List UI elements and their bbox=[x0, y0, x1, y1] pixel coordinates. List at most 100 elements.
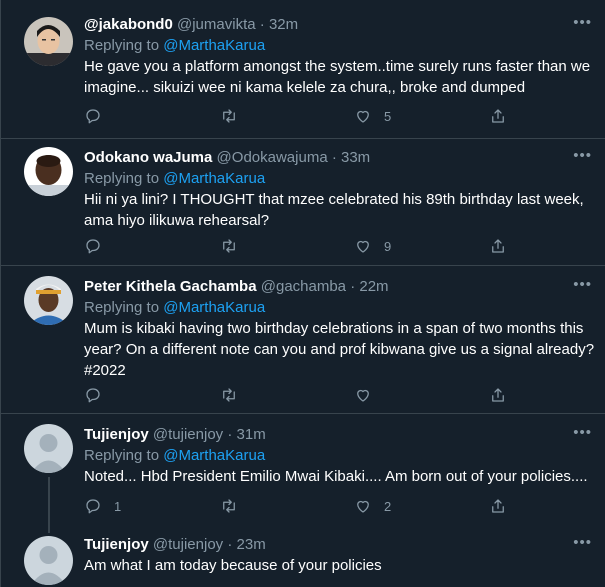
tweet[interactable]: Tujienjoy @tujienjoy · 31m Replying to @… bbox=[84, 425, 591, 487]
tweet-text-line: Mum is kibaki having two birthday celebr… bbox=[84, 320, 584, 337]
tweet-header: Odokano waJuma @Odokawajuma · 33m bbox=[84, 148, 591, 168]
tweet-text-line: #2022 bbox=[84, 362, 126, 379]
share-button[interactable] bbox=[489, 496, 507, 516]
reply-icon bbox=[86, 388, 100, 403]
more-options-icon[interactable]: ••• bbox=[573, 14, 592, 31]
user-handle[interactable]: @gachamba bbox=[261, 278, 346, 295]
mention-link[interactable]: @MarthaKarua bbox=[163, 447, 265, 464]
tweet-text-line: Hii ni ya lini? I THOUGHT that mzee cele… bbox=[84, 191, 584, 208]
tweet-header: Tujienjoy @tujienjoy · 31m bbox=[84, 425, 591, 445]
avatar[interactable] bbox=[24, 424, 73, 473]
like-button[interactable]: 5 bbox=[354, 106, 391, 126]
reply-button[interactable] bbox=[84, 236, 114, 256]
user-handle[interactable]: @tujienjoy bbox=[153, 536, 223, 553]
tweet[interactable]: Peter Kithela Gachamba @gachamba · 22m R… bbox=[1, 266, 605, 414]
tweet-text: He gave you a platform amongst the syste… bbox=[84, 56, 591, 98]
replying-to-label: Replying to bbox=[84, 37, 164, 54]
like-button[interactable]: 2 bbox=[354, 496, 391, 516]
reply-icon bbox=[86, 239, 100, 254]
tweet-text: Hii ni ya lini? I THOUGHT that mzee cele… bbox=[84, 189, 591, 231]
avatar[interactable] bbox=[24, 147, 73, 196]
reply-button[interactable] bbox=[84, 106, 114, 126]
display-name[interactable]: Odokano waJuma bbox=[84, 149, 212, 166]
tweet-text: Noted... Hbd President Emilio Mwai Kibak… bbox=[84, 466, 591, 487]
timestamp[interactable]: 31m bbox=[237, 426, 266, 443]
replying-to-label: Replying to bbox=[84, 170, 164, 187]
timestamp[interactable]: 22m bbox=[359, 278, 388, 295]
replying-to: Replying to @MarthaKarua bbox=[84, 35, 591, 56]
reply-count: 1 bbox=[114, 498, 122, 514]
tweet-header: Tujienjoy @tujienjoy · 23m bbox=[84, 535, 591, 555]
separator: · bbox=[331, 149, 337, 166]
reply-button[interactable]: 1 bbox=[84, 496, 121, 516]
replying-to: Replying to @MarthaKarua bbox=[84, 297, 591, 318]
retweet-icon bbox=[223, 109, 235, 123]
like-count: 9 bbox=[384, 238, 392, 254]
avatar[interactable] bbox=[24, 276, 73, 325]
reply-icon bbox=[86, 499, 100, 514]
retweet-button[interactable] bbox=[220, 106, 250, 126]
retweet-icon bbox=[223, 388, 235, 402]
display-name[interactable]: @jakabond0 bbox=[84, 16, 173, 33]
separator: · bbox=[259, 16, 265, 33]
tweet-actions bbox=[84, 385, 514, 405]
heart-icon bbox=[357, 500, 369, 513]
timestamp[interactable]: 33m bbox=[341, 149, 370, 166]
avatar[interactable] bbox=[24, 536, 73, 585]
tweet-actions: 9 bbox=[84, 236, 514, 256]
tweet-text-line: ama hiyo ilikuwa rehearsal? bbox=[84, 212, 270, 229]
share-icon bbox=[492, 109, 504, 123]
timestamp[interactable]: 23m bbox=[237, 536, 266, 553]
heart-icon bbox=[357, 389, 369, 402]
more-options-icon[interactable]: ••• bbox=[573, 276, 592, 293]
separator: · bbox=[350, 278, 356, 295]
tweet-thread: Tujienjoy @tujienjoy · 31m Replying to @… bbox=[1, 414, 605, 587]
heart-icon bbox=[357, 110, 369, 123]
display-name[interactable]: Tujienjoy bbox=[84, 536, 149, 553]
share-icon bbox=[492, 239, 504, 253]
retweet-button[interactable] bbox=[220, 236, 250, 256]
mention-link[interactable]: @MarthaKarua bbox=[163, 299, 265, 316]
tweet-text-line: Noted... Hbd President Emilio Mwai Kibak… bbox=[84, 468, 588, 485]
share-button[interactable] bbox=[489, 106, 507, 126]
mention-link[interactable]: @MarthaKarua bbox=[163, 37, 265, 54]
tweet-header: @jakabond0 @jumavikta · 32m bbox=[84, 15, 591, 35]
separator: · bbox=[227, 426, 233, 443]
retweet-button[interactable] bbox=[220, 385, 250, 405]
tweet[interactable]: Odokano waJuma @Odokawajuma · 33m Replyi… bbox=[1, 139, 605, 266]
retweet-icon bbox=[223, 239, 235, 253]
like-button[interactable]: 9 bbox=[354, 236, 391, 256]
user-handle[interactable]: @tujienjoy bbox=[153, 426, 223, 443]
display-name[interactable]: Peter Kithela Gachamba bbox=[84, 278, 257, 295]
separator: · bbox=[227, 536, 233, 553]
tweet-text: Am what I am today because of your polic… bbox=[84, 555, 591, 576]
heart-icon bbox=[357, 240, 369, 253]
share-button[interactable] bbox=[489, 385, 507, 405]
user-handle[interactable]: @Odokawajuma bbox=[217, 149, 328, 166]
share-button[interactable] bbox=[489, 236, 507, 256]
retweet-icon bbox=[223, 499, 235, 513]
tweet[interactable]: @jakabond0 @jumavikta · 32m Replying to … bbox=[1, 0, 605, 139]
tweet-text-line: He gave you a platform amongst the syste… bbox=[84, 58, 591, 75]
display-name[interactable]: Tujienjoy bbox=[84, 426, 149, 443]
tweet-actions: 1 2 bbox=[84, 496, 514, 516]
timestamp[interactable]: 32m bbox=[269, 16, 298, 33]
avatar[interactable] bbox=[24, 17, 73, 66]
tweet-header: Peter Kithela Gachamba @gachamba · 22m bbox=[84, 277, 591, 297]
thread-connector bbox=[48, 477, 50, 533]
retweet-button[interactable] bbox=[220, 496, 250, 516]
tweet-actions: 5 bbox=[84, 106, 514, 126]
more-options-icon[interactable]: ••• bbox=[573, 424, 592, 441]
tweet[interactable]: Tujienjoy @tujienjoy · 23m Am what I am … bbox=[84, 535, 591, 576]
more-options-icon[interactable]: ••• bbox=[573, 147, 592, 164]
mention-link[interactable]: @MarthaKarua bbox=[163, 170, 265, 187]
reply-button[interactable] bbox=[84, 385, 114, 405]
like-button[interactable] bbox=[354, 385, 384, 405]
like-count: 2 bbox=[384, 498, 392, 514]
tweet-text-line: Am what I am today because of your polic… bbox=[84, 557, 382, 574]
tweet-text-line: imagine... sikuizi wee ni kama kelele za… bbox=[84, 79, 526, 96]
replying-to-label: Replying to bbox=[84, 299, 164, 316]
tweet-feed: @jakabond0 @jumavikta · 32m Replying to … bbox=[0, 0, 605, 587]
user-handle[interactable]: @jumavikta bbox=[177, 16, 256, 33]
more-options-icon[interactable]: ••• bbox=[573, 534, 592, 551]
